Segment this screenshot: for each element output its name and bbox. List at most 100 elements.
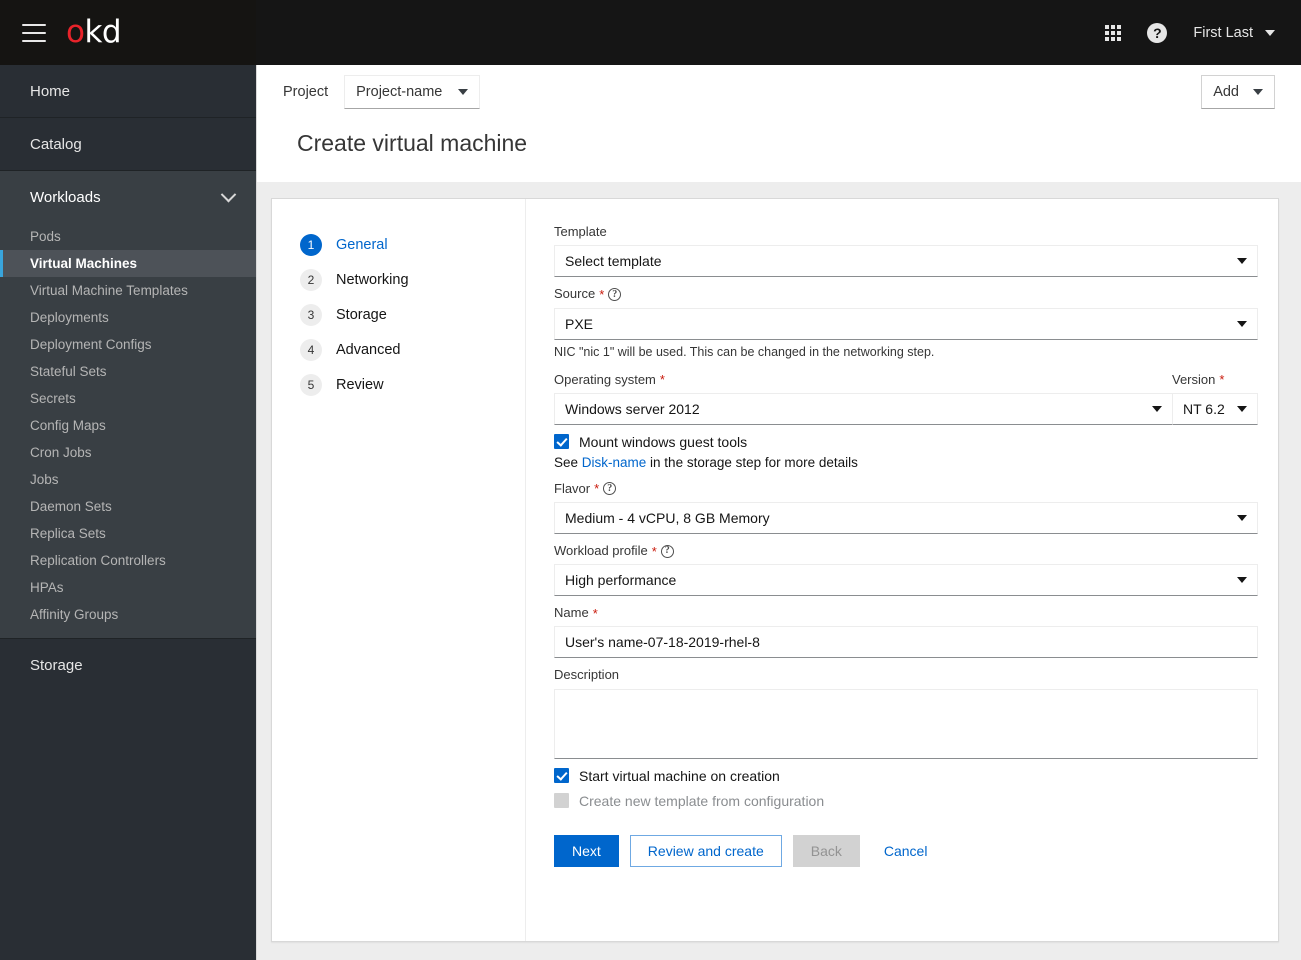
wizard-steps-nav: 1 General 2 Networking 3 Storage 4 Advan… (272, 199, 526, 941)
chevron-down-icon (1253, 89, 1263, 95)
sidebar-item-secrets[interactable]: Secrets (0, 385, 256, 412)
help-icon: ? (1147, 22, 1168, 43)
flavor-select[interactable]: Medium - 4 vCPU, 8 GB Memory (554, 502, 1258, 535)
sidebar-item-label: Jobs (30, 472, 59, 487)
sidebar-item-affinity-groups[interactable]: Affinity Groups (0, 601, 256, 628)
step-number: 5 (300, 373, 322, 396)
field-source: Source * ? PXE NIC "nic 1" will be used.… (554, 285, 1258, 359)
flavor-label: Flavor * ? (554, 480, 1258, 498)
create-template-checkbox (554, 793, 569, 809)
sidebar-item-label: Storage (30, 656, 83, 674)
mount-guest-tools-row[interactable]: Mount windows guest tools (554, 434, 1258, 450)
sidebar-group-workloads[interactable]: Workloads (0, 171, 256, 223)
add-button[interactable]: Add (1201, 75, 1275, 109)
operating-system-select[interactable]: Windows server 2012 (554, 392, 1172, 425)
logo-letter-o: o (66, 14, 85, 50)
chevron-down-icon (1237, 320, 1247, 327)
version-select[interactable]: NT 6.2 (1172, 392, 1258, 425)
chevron-down-icon (458, 89, 469, 95)
sidebar-item-label: Config Maps (30, 418, 106, 433)
sidebar-item-stateful-sets[interactable]: Stateful Sets (0, 358, 256, 385)
sidebar-item-daemon-sets[interactable]: Daemon Sets (0, 493, 256, 520)
sidebar-item-catalog[interactable]: Catalog (0, 118, 256, 170)
field-description: Description (554, 666, 1258, 759)
project-selector[interactable]: Project-name (344, 75, 481, 109)
sidebar-item-virtual-machine-templates[interactable]: Virtual Machine Templates (0, 277, 256, 304)
step-label: Networking (336, 271, 409, 288)
application-launcher-button[interactable] (1105, 24, 1122, 41)
back-button: Back (792, 834, 860, 867)
hamburger-icon[interactable] (22, 23, 46, 42)
step-label: Advanced (336, 341, 401, 358)
cancel-button[interactable]: Cancel (871, 835, 941, 867)
wizard-step-storage[interactable]: 3 Storage (300, 297, 525, 332)
next-button[interactable]: Next (554, 834, 619, 867)
brand-zone: okd (0, 0, 256, 65)
sidebar-item-label: HPAs (30, 580, 64, 595)
start-vm-checkbox[interactable] (554, 768, 569, 784)
create-template-row: Create new template from configuration (554, 793, 1258, 809)
sidebar-item-config-maps[interactable]: Config Maps (0, 412, 256, 439)
version-label: Version * (1172, 371, 1258, 389)
name-input[interactable]: User's name-07-18-2019-rhel-8 (554, 626, 1258, 659)
description-label: Description (554, 666, 1258, 684)
template-select[interactable]: Select template (554, 245, 1258, 278)
sidebar-workloads-items: Pods Virtual Machines Virtual Machine Te… (0, 223, 256, 638)
mount-guest-tools-checkbox[interactable] (554, 434, 569, 450)
disk-name-note: See Disk-name in the storage step for mo… (554, 455, 1258, 470)
wizard-form: Template Select template Source * ? PXE … (526, 199, 1278, 941)
help-tooltip-icon[interactable]: ? (660, 544, 674, 558)
sidebar-item-label: Daemon Sets (30, 499, 112, 514)
sidebar-item-jobs[interactable]: Jobs (0, 466, 256, 493)
sidebar-item-deployment-configs[interactable]: Deployment Configs (0, 331, 256, 358)
help-tooltip-icon[interactable]: ? (608, 288, 622, 302)
sidebar: Home Catalog Workloads Pods Virtual Mach… (0, 65, 256, 960)
sidebar-item-pods[interactable]: Pods (0, 223, 256, 250)
field-operating-system: Operating system * Version * Windows ser… (554, 371, 1258, 470)
sidebar-top-section: Home (0, 65, 256, 118)
sidebar-item-replica-sets[interactable]: Replica Sets (0, 520, 256, 547)
description-textarea[interactable] (554, 688, 1258, 759)
template-label: Template (554, 223, 1258, 241)
source-select-value: PXE (565, 315, 594, 332)
label-text: Source (554, 286, 596, 302)
okd-console: okd ? First Last Home Catalog Workloads … (0, 0, 1301, 960)
user-menu[interactable]: First Last (1193, 25, 1275, 41)
chevron-down-icon (1265, 29, 1275, 36)
create-template-label: Create new template from configuration (579, 792, 825, 809)
wizard-step-general[interactable]: 1 General (300, 227, 525, 262)
sidebar-item-label: Pods (30, 229, 61, 244)
step-label: Storage (336, 306, 387, 323)
required-asterisk: * (1219, 372, 1225, 388)
okd-logo[interactable]: okd (66, 14, 122, 50)
review-and-create-button[interactable]: Review and create (629, 834, 782, 867)
chevron-down-icon (1237, 577, 1247, 584)
sidebar-item-label: Replica Sets (30, 526, 106, 541)
workload-profile-select[interactable]: High performance (554, 564, 1258, 597)
label-text: Flavor (554, 480, 591, 496)
sidebar-item-replication-controllers[interactable]: Replication Controllers (0, 547, 256, 574)
step-number: 3 (300, 303, 322, 326)
workload-profile-label: Workload profile * ? (554, 542, 1258, 560)
source-helper-text: NIC "nic 1" will be used. This can be ch… (554, 344, 935, 359)
start-vm-row[interactable]: Start virtual machine on creation (554, 768, 1258, 784)
name-input-value: User's name-07-18-2019-rhel-8 (565, 634, 760, 651)
wizard-step-networking[interactable]: 2 Networking (300, 262, 525, 297)
sidebar-item-hpas[interactable]: HPAs (0, 574, 256, 601)
disk-name-link[interactable]: Disk-name (582, 455, 647, 470)
help-tooltip-icon[interactable]: ? (603, 482, 617, 496)
sidebar-item-cron-jobs[interactable]: Cron Jobs (0, 439, 256, 466)
sidebar-item-label: Home (30, 82, 71, 100)
help-button[interactable]: ? (1147, 22, 1168, 43)
sidebar-item-storage[interactable]: Storage (0, 639, 256, 691)
project-label: Project (283, 84, 329, 100)
sidebar-item-label: Secrets (30, 391, 76, 406)
wizard-step-review[interactable]: 5 Review (300, 367, 525, 402)
source-select[interactable]: PXE (554, 307, 1258, 340)
sidebar-item-virtual-machines[interactable]: Virtual Machines (0, 250, 256, 277)
step-number: 1 (300, 233, 322, 256)
step-label: Review (336, 376, 384, 393)
wizard-step-advanced[interactable]: 4 Advanced (300, 332, 525, 367)
sidebar-item-home[interactable]: Home (0, 65, 256, 117)
sidebar-item-deployments[interactable]: Deployments (0, 304, 256, 331)
